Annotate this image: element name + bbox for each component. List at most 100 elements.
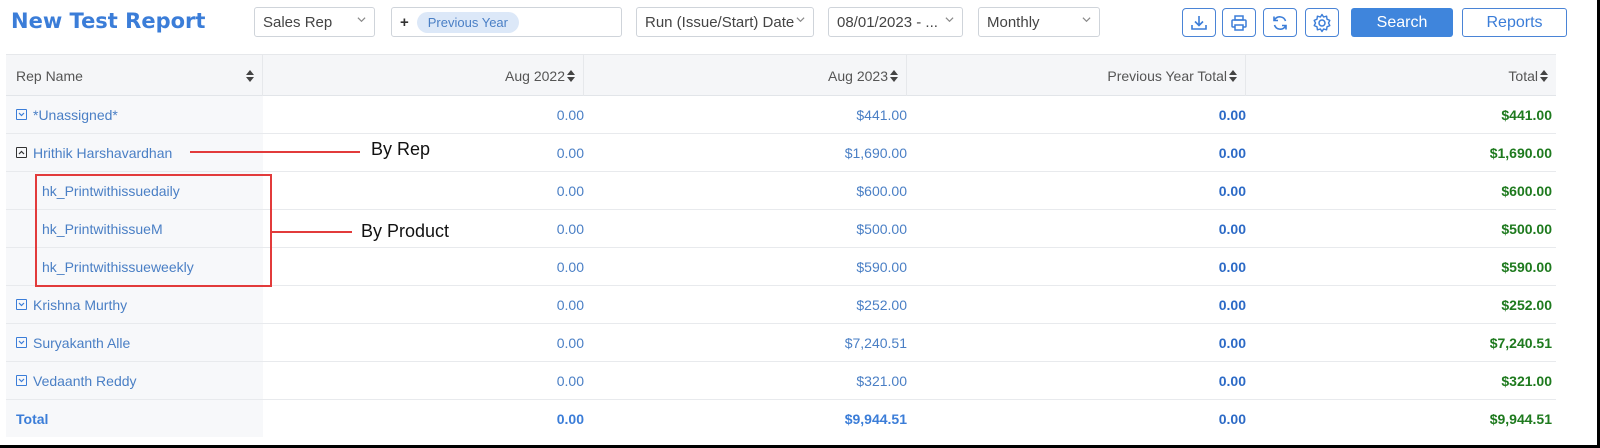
refresh-icon — [1273, 15, 1287, 30]
table-header: Rep Name Aug 2022 Aug 2023 Previous Year… — [6, 54, 1556, 96]
print-icon — [1231, 14, 1247, 31]
previous-year-total-cell: 0.00 — [1218, 106, 1246, 123]
app-frame: New Test Report Sales Rep + Previous Yea… — [0, 0, 1600, 448]
total-cell: $321.00 — [1501, 372, 1552, 389]
total-cell: $441.00 — [1501, 106, 1552, 123]
chevron-down-icon — [18, 112, 25, 117]
total-label: Total — [16, 410, 49, 427]
aug-2023-cell: $7,240.51 — [844, 334, 907, 351]
download-icon — [1191, 15, 1207, 30]
aug-2023-cell: $441.00 — [856, 106, 907, 123]
table-row[interactable]: Suryakanth Alle 0.00 $7,240.51 0.00 $7,2… — [6, 324, 1556, 362]
group-by-value: Sales Rep — [263, 13, 333, 31]
previous-year-total-cell: 0.00 — [1218, 372, 1246, 389]
aug-2022-total-cell: 0.00 — [556, 410, 584, 427]
previous-year-total-cell: 0.00 — [1218, 144, 1246, 161]
total-cell: $7,240.51 — [1489, 334, 1552, 351]
previous-year-total-total-cell: 0.00 — [1218, 410, 1246, 427]
period-select[interactable]: Monthly — [978, 7, 1100, 37]
chevron-down-icon — [1082, 17, 1091, 23]
by-product-connector — [272, 231, 352, 233]
print-button[interactable] — [1222, 8, 1256, 37]
expand-toggle[interactable] — [16, 109, 27, 120]
aug-2022-cell: 0.00 — [556, 334, 584, 351]
table-row[interactable]: Krishna Murthy 0.00 $252.00 0.00 $252.00 — [6, 286, 1556, 324]
table-row[interactable]: Hrithik Harshavardhan 0.00 $1,690.00 0.0… — [6, 134, 1556, 172]
sort-icon — [246, 69, 254, 82]
column-header-aug-2023[interactable]: Aug 2023 — [584, 55, 907, 96]
sort-icon — [1229, 69, 1237, 82]
previous-year-total-cell: 0.00 — [1218, 220, 1246, 237]
gear-icon — [1313, 13, 1331, 32]
table-row[interactable]: Vedaanth Reddy 0.00 $321.00 0.00 $321.00 — [6, 362, 1556, 400]
rep-name-cell[interactable]: *Unassigned* — [6, 96, 263, 133]
table-right-gutter — [1556, 54, 1597, 445]
by-product-annotation: By Product — [361, 221, 450, 241]
total-row: Total 0.00 $9,944.51 0.00 $9,944.51 — [6, 400, 1556, 438]
chevron-down-icon — [357, 17, 366, 23]
total-cell: $500.00 — [1501, 220, 1552, 237]
total-cell: $1,690.00 — [1489, 144, 1552, 161]
expand-toggle[interactable] — [16, 375, 27, 386]
add-compare-icon[interactable]: + — [400, 14, 409, 31]
sort-icon — [890, 69, 898, 82]
chevron-down-icon — [18, 340, 25, 345]
aug-2022-cell: 0.00 — [556, 182, 584, 199]
expand-toggle[interactable] — [16, 299, 27, 310]
group-by-select[interactable]: Sales Rep — [254, 7, 375, 37]
by-rep-connector — [190, 151, 360, 153]
date-field-select[interactable]: Run (Issue/Start) Date — [636, 7, 814, 37]
previous-year-total-cell: 0.00 — [1218, 296, 1246, 313]
period-value: Monthly — [987, 13, 1040, 31]
settings-button[interactable] — [1305, 8, 1339, 37]
aug-2023-total-cell: $9,944.51 — [844, 410, 907, 427]
by-rep-annotation: By Rep — [371, 139, 431, 159]
collapse-toggle[interactable] — [16, 147, 27, 158]
column-header-total[interactable]: Total — [1246, 55, 1556, 96]
column-header-previous-year-total[interactable]: Previous Year Total — [907, 55, 1246, 96]
reports-button[interactable]: Reports — [1462, 8, 1567, 37]
sort-icon — [567, 69, 575, 82]
aug-2023-cell: $252.00 — [856, 296, 907, 313]
date-range-select[interactable]: 08/01/2023 - ... — [828, 7, 963, 37]
aug-2023-cell: $500.00 — [856, 220, 907, 237]
aug-2022-cell: 0.00 — [556, 296, 584, 313]
previous-year-total-cell: 0.00 — [1218, 182, 1246, 199]
previous-year-total-cell: 0.00 — [1218, 258, 1246, 275]
aug-2023-cell: $600.00 — [856, 182, 907, 199]
aug-2023-cell: $590.00 — [856, 258, 907, 275]
column-header-aug-2022[interactable]: Aug 2022 — [263, 55, 584, 96]
rep-name-cell[interactable]: Suryakanth Alle — [6, 324, 263, 361]
download-button[interactable] — [1182, 8, 1216, 37]
compare-period-field[interactable]: + Previous Year — [391, 7, 622, 37]
previous-year-total-cell: 0.00 — [1218, 334, 1246, 351]
by-product-highlight-box — [35, 174, 272, 287]
aug-2022-cell: 0.00 — [556, 372, 584, 389]
total-cell: $600.00 — [1501, 182, 1552, 199]
table-row[interactable]: *Unassigned* 0.00 $441.00 0.00 $441.00 — [6, 96, 1556, 134]
rep-name-cell[interactable]: Vedaanth Reddy — [6, 362, 263, 399]
aug-2023-cell: $321.00 — [856, 372, 907, 389]
rep-name-cell[interactable]: Krishna Murthy — [6, 286, 263, 323]
aug-2022-cell: 0.00 — [556, 258, 584, 275]
refresh-button[interactable] — [1263, 8, 1297, 37]
chevron-down-icon — [18, 378, 25, 383]
chevron-down-icon — [18, 302, 25, 307]
aug-2023-cell: $1,690.00 — [844, 144, 907, 161]
chevron-down-icon — [945, 17, 954, 23]
chevron-up-icon — [18, 150, 25, 155]
column-header-rep-name[interactable]: Rep Name — [6, 55, 263, 96]
expand-toggle[interactable] — [16, 337, 27, 348]
search-button[interactable]: Search — [1351, 8, 1453, 37]
total-cell: $590.00 — [1501, 258, 1552, 275]
date-range-value: 08/01/2023 - ... — [837, 13, 938, 31]
compare-chip-previous-year[interactable]: Previous Year — [416, 11, 519, 33]
total-cell: $252.00 — [1501, 296, 1552, 313]
chevron-down-icon — [796, 17, 805, 23]
grand-total-cell: $9,944.51 — [1489, 410, 1552, 427]
report-toolbar: New Test Report Sales Rep + Previous Yea… — [0, 0, 1597, 46]
sort-icon — [1540, 69, 1548, 82]
report-title: New Test Report — [11, 9, 206, 33]
aug-2022-cell: 0.00 — [556, 106, 584, 123]
date-field-value: Run (Issue/Start) Date — [645, 13, 795, 31]
